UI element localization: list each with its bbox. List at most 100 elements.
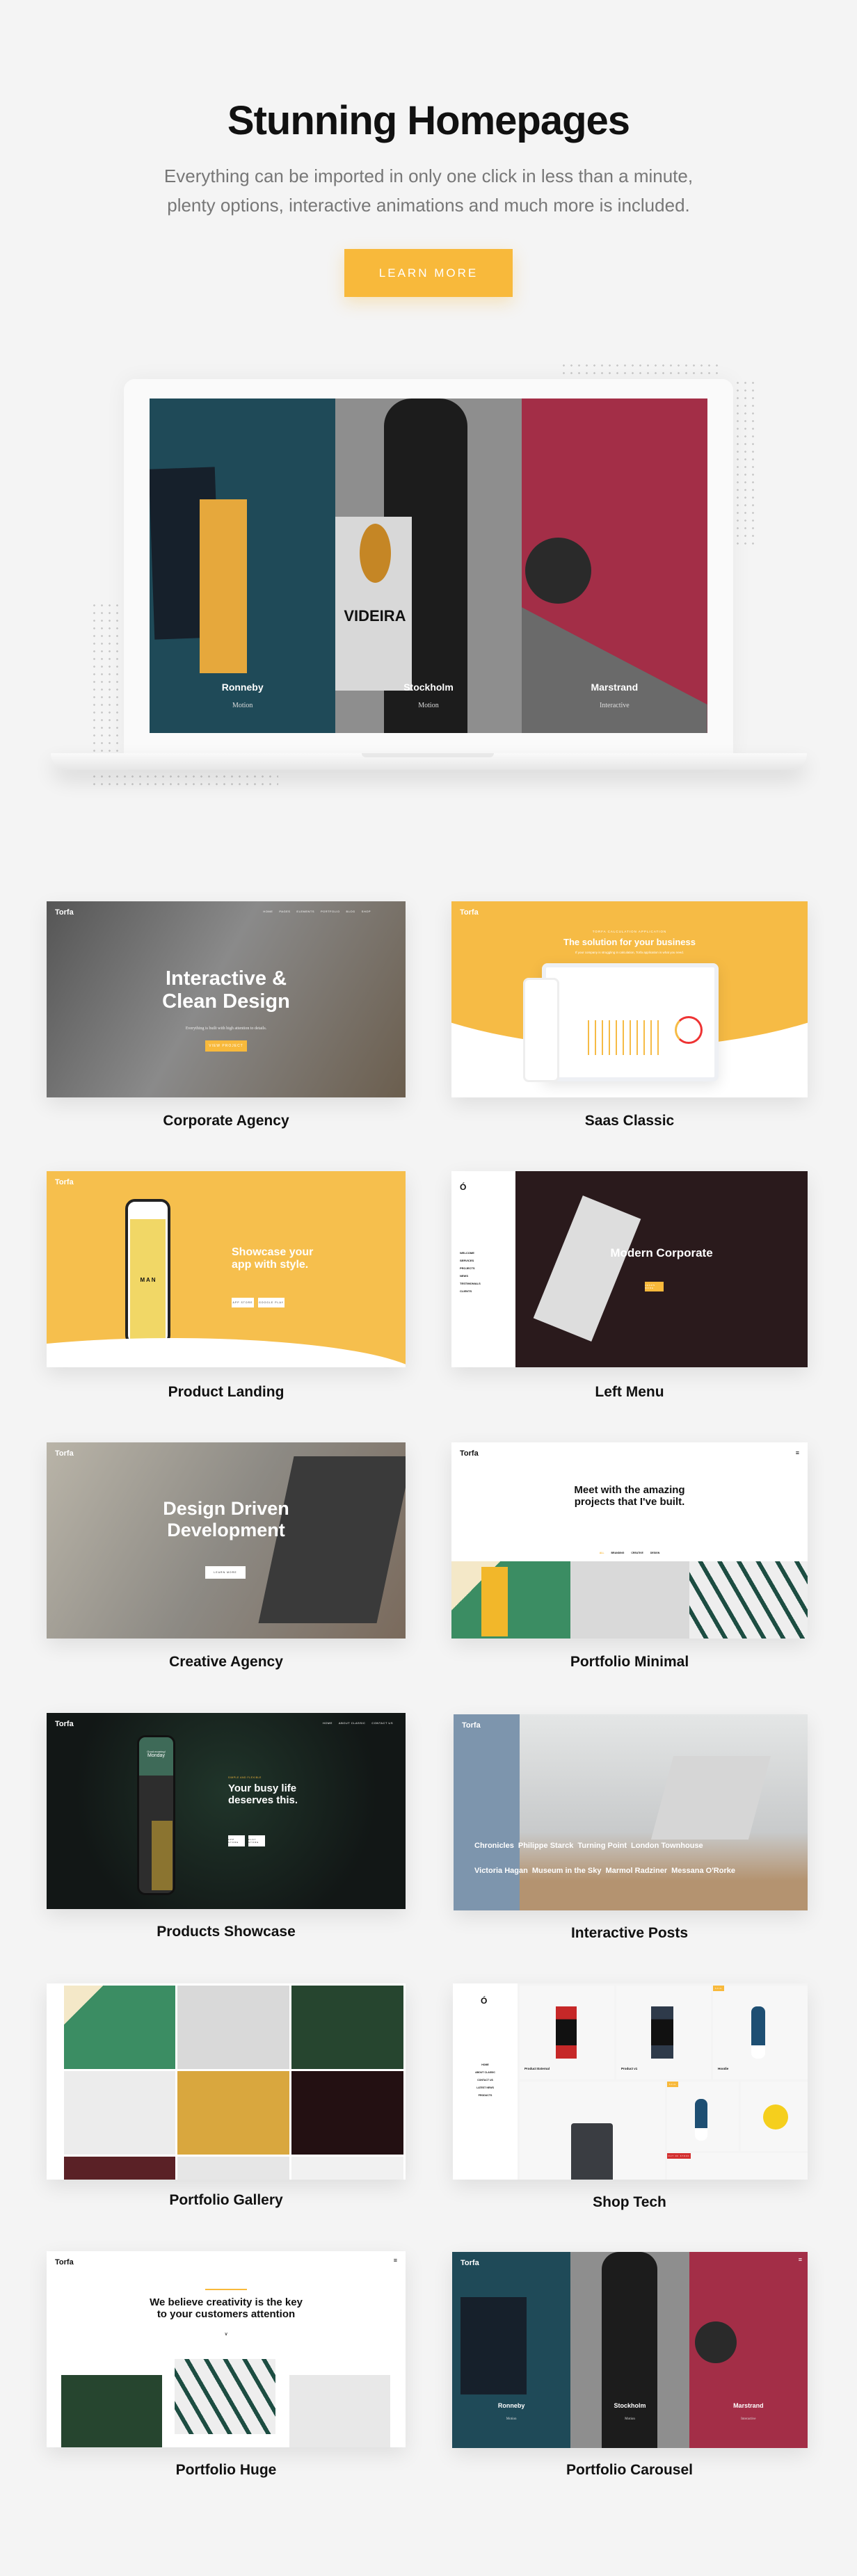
panel-title: Ronneby [497,2401,525,2409]
hero-headline: Interactive & Clean Design [162,967,290,1013]
shape [694,2321,737,2363]
dot-pattern [90,602,122,762]
phone-mockup: M A N [125,1199,170,1345]
card-label[interactable]: Corporate Agency [47,1113,406,1129]
laptop-image [650,1756,771,1840]
chevron-down-icon: ∨ [224,2332,228,2337]
product-tile: Product v1 [616,1986,711,2079]
gallery-image [291,2157,403,2180]
sale-badge: SALE [713,1986,724,1991]
showcase-panel[interactable]: Ronneby Motion [150,399,336,733]
card-label[interactable]: Portfolio Minimal [450,1654,809,1671]
shape [524,538,591,604]
demo-card-shop-tech[interactable]: Ó HOME ABOUT CLASSIC CONTACT US LATEST NEWS… [453,1983,808,2180]
google-play-button: GOOGLE PLAY [258,1298,285,1307]
demo-card-product-landing[interactable]: Torfa M A N Showcase your app with style.… [47,1171,406,1367]
logo: Torfa [55,2258,74,2267]
gallery-image [177,1986,289,2069]
kicker-line [205,2289,247,2290]
dashboard-mockup [542,963,719,1081]
hero-headline: Meet with the amazing projects that I've … [574,1484,685,1508]
panel-title: Stockholm [403,682,454,693]
gallery-image [291,2071,403,2155]
logo-icon: Ó [460,1182,467,1192]
hero-subtitle: If your company is struggling in calcula… [575,951,684,954]
hero-headline: Showcase your app with style. [232,1246,314,1271]
panel-title: Marstrand [733,2401,764,2409]
demo-card-portfolio-gallery[interactable] [47,1983,406,2180]
demo-card-creative-agency[interactable]: Torfa Design Driven Development LEARN MOR… [47,1442,406,1639]
case-image [571,2123,613,2180]
card-label[interactable]: Portfolio Carousel [450,2462,809,2479]
card-label[interactable]: Saas Classic [450,1113,809,1129]
demo-card-products-showcase[interactable]: Torfa HOME ABOUT CLASSIC CONTACT US Good m… [47,1713,406,1909]
demo-card-portfolio-minimal[interactable]: Torfa ≡ Meet with the amazing projects th… [451,1442,808,1639]
kicker: TORFA CALCULATION APPLICATION [592,930,667,933]
showcase-panel[interactable]: VIDEIRA Stockholm Motion [335,399,522,733]
showcase-panel[interactable]: Marstrand Interactive [521,399,707,733]
product-tile: OUT OF STOCK [667,2153,808,2180]
portfolio-image [570,1561,689,1639]
card-label[interactable]: Interactive Posts [450,1925,809,1942]
panel-subtitle: Interactive [741,2417,756,2421]
bar-chart [588,1020,664,1055]
product-tile: Product External [520,1986,614,2079]
card-label[interactable]: Products Showcase [47,1924,406,1940]
poster-image [200,499,247,673]
card-label[interactable]: Left Menu [450,1384,809,1401]
logo: Torfa [462,1721,481,1730]
phone-screen-text: M A N [130,1219,166,1341]
wave-shape [47,1338,406,1367]
card-label[interactable]: Portfolio Huge [47,2462,406,2479]
panel-subtitle: Motion [232,702,253,710]
demo-card-left-menu[interactable]: Ó WELCOME SERVICES PROJECTS NEWS TESTIMONIAL… [451,1171,808,1367]
carousel-panel: Stockholm Motion [570,2252,689,2448]
logo: Torfa [460,1449,479,1458]
sidebar: Ó WELCOME SERVICES PROJECTS NEWS TESTIMONIAL… [451,1171,515,1367]
dot-pattern [734,379,758,546]
product-name: Product v1 [621,2067,638,2070]
gallery-image [177,2071,289,2155]
magazine-image [533,1196,641,1342]
portfolio-image [689,1561,808,1639]
speaker-image [695,2099,707,2141]
subtitle-line-1: Everything can be imported in only one c… [163,166,694,186]
sale-badge: SALE [667,2082,678,2087]
portfolio-image [175,2359,275,2434]
learn-more-button[interactable]: LEARN MORE [344,249,513,297]
product-tile [741,2082,808,2151]
gallery-image [291,1986,403,2069]
page-title: Stunning Homepages [227,98,630,143]
logo: Torfa [460,908,479,917]
card-label[interactable]: Creative Agency [47,1654,406,1671]
carousel-panel: Torfa Ronneby Motion [452,2252,571,2448]
hero-headline: Modern Corporate [610,1246,713,1259]
view-project-button: VIEW PROJECT [205,1040,247,1052]
subtitle-line-2: plenty options, interactive animations a… [167,195,690,216]
card-label[interactable]: Shop Tech [450,2194,809,2211]
panel-subtitle: Motion [418,702,439,710]
logo: Torfa [55,1449,74,1458]
card-label[interactable]: Portfolio Gallery [47,2192,406,2209]
watch-image [651,2006,673,2059]
demo-card-portfolio-carousel[interactable]: Torfa Ronneby Motion Stockholm Motion ≡ … [452,2252,808,2448]
play-store-button: PLAY STORE [248,1835,265,1846]
demo-card-corporate-agency[interactable]: Torfa HOME PAGES ELEMENTS PORTFOLIO BLOG SHOP… [47,901,406,1097]
clock-image [763,2104,788,2130]
portfolio-image [451,1561,570,1639]
sidebar-menu: WELCOME SERVICES PROJECTS NEWS TESTIMONIALS C… [460,1251,481,1293]
speaker-image [751,2006,765,2059]
nav-menu: HOME ABOUT CLASSIC CONTACT US [322,1721,393,1725]
card-label[interactable]: Product Landing [47,1384,406,1401]
demo-card-saas-classic[interactable]: Torfa TORFA CALCULATION APPLICATION The … [451,901,808,1097]
gallery-image [64,1986,175,2069]
demo-card-portfolio-huge[interactable]: Torfa ≡ We believe creativity is the key… [47,2251,406,2447]
hamburger-icon: ≡ [798,2256,802,2263]
person-image [152,1821,173,1890]
demo-card-interactive-posts[interactable]: Torfa Chronicles Philippe Starck Turning P… [454,1714,808,1910]
learn-more-button: LEARN MORE [205,1566,246,1579]
panel-subtitle: Interactive [599,702,630,710]
logo: Torfa [55,908,74,917]
hero-headline: Design Driven Development [163,1498,289,1541]
watch-image [556,2006,577,2059]
